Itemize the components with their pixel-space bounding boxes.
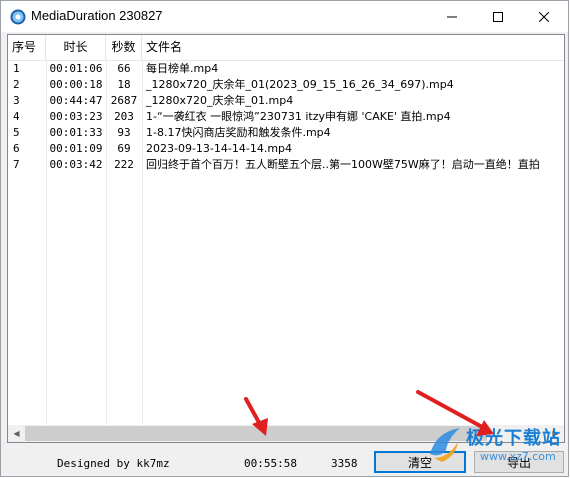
clear-button[interactable]: 清空 [374,451,466,473]
row-filename: _1280x720_庆余年_01.mp4 [146,94,294,107]
status-bar: Designed by kk7mz 00:55:58 3358 清空 导出 [1,445,568,477]
row-filename: 每日榜单.mp4 [146,62,219,75]
table-row[interactable]: 3 00:44:47 2687 _1280x720_庆余年_01.mp4 [8,93,564,109]
row-index: 7 [13,158,20,171]
row-duration: 00:03:42 [49,158,103,171]
row-duration: 00:44:47 [49,94,103,107]
column-header-seconds[interactable]: 秒数 [106,35,142,60]
horizontal-scrollbar[interactable]: ◀ ▶ [8,425,564,442]
window-title: MediaDuration 230827 [31,8,163,23]
app-icon [10,9,26,25]
row-seconds: 2687 [110,94,138,107]
row-filename: 1-8.17快闪商店奖励和触发条件.mp4 [146,126,331,139]
total-seconds: 3358 [331,457,358,470]
table-row[interactable]: 6 00:01:09 69 2023-09-13-14-14-14.mp4 [8,141,564,157]
scroll-left-arrow-icon[interactable]: ◀ [8,425,25,442]
row-seconds: 222 [114,158,134,171]
row-index: 4 [13,110,20,123]
maximize-button[interactable] [475,1,521,32]
minimize-icon [447,16,457,17]
list-rows: 1 00:01:06 66 每日榜单.mp4 2 00:00:18 18 _12… [8,61,564,173]
row-duration: 00:01:33 [49,126,103,139]
row-duration: 00:00:18 [49,78,103,91]
row-index: 6 [13,142,20,155]
row-filename: 回归终于首个百万！五人断壁五个层..第一100W壁75W麻了！启动一直绝！直拍 [146,158,540,171]
minimize-button[interactable] [429,1,475,32]
row-seconds: 93 [117,126,131,139]
row-seconds: 66 [117,62,131,75]
column-header-index[interactable]: 序号 [8,35,46,60]
file-list[interactable]: 序号 时长 秒数 文件名 1 00:01:06 66 每日榜单.mp4 2 00… [7,34,565,443]
row-duration: 00:03:23 [49,110,103,123]
export-button[interactable]: 导出 [474,451,564,473]
row-index: 2 [13,78,20,91]
column-header-filename[interactable]: 文件名 [142,35,564,60]
row-filename: _1280x720_庆余年_01(2023_09_15_16_26_34_697… [146,78,454,91]
list-header: 序号 时长 秒数 文件名 [8,35,564,61]
designer-credit: Designed by kk7mz [57,457,170,470]
row-seconds: 69 [117,142,131,155]
scroll-right-arrow-icon[interactable]: ▶ [547,425,564,442]
title-bar[interactable]: MediaDuration 230827 [1,1,568,32]
table-row[interactable]: 5 00:01:33 93 1-8.17快闪商店奖励和触发条件.mp4 [8,125,564,141]
table-row[interactable]: 4 00:03:23 203 1-“一袭红衣 一眼惊鸿”230731 itzy申… [8,109,564,125]
close-icon [539,11,549,22]
table-row[interactable]: 7 00:03:42 222 回归终于首个百万！五人断壁五个层..第一100W壁… [8,157,564,173]
main-window: MediaDuration 230827 序号 时长 秒数 文件名 1 00:0… [0,0,569,477]
row-filename: 2023-09-13-14-14-14.mp4 [146,142,293,155]
table-row[interactable]: 1 00:01:06 66 每日榜单.mp4 [8,61,564,77]
row-duration: 00:01:06 [49,62,103,75]
total-duration: 00:55:58 [244,457,297,470]
row-duration: 00:01:09 [49,142,103,155]
maximize-icon [493,11,503,22]
row-seconds: 203 [114,110,134,123]
row-seconds: 18 [117,78,131,91]
close-button[interactable] [521,1,567,32]
row-index: 5 [13,126,20,139]
row-filename: 1-“一袭红衣 一眼惊鸿”230731 itzy申有娜 'CAKE' 直拍.mp… [146,110,451,123]
scrollbar-thumb[interactable] [25,426,487,441]
row-index: 3 [13,94,20,107]
row-index: 1 [13,62,20,75]
column-header-duration[interactable]: 时长 [46,35,106,60]
table-row[interactable]: 2 00:00:18 18 _1280x720_庆余年_01(2023_09_1… [8,77,564,93]
